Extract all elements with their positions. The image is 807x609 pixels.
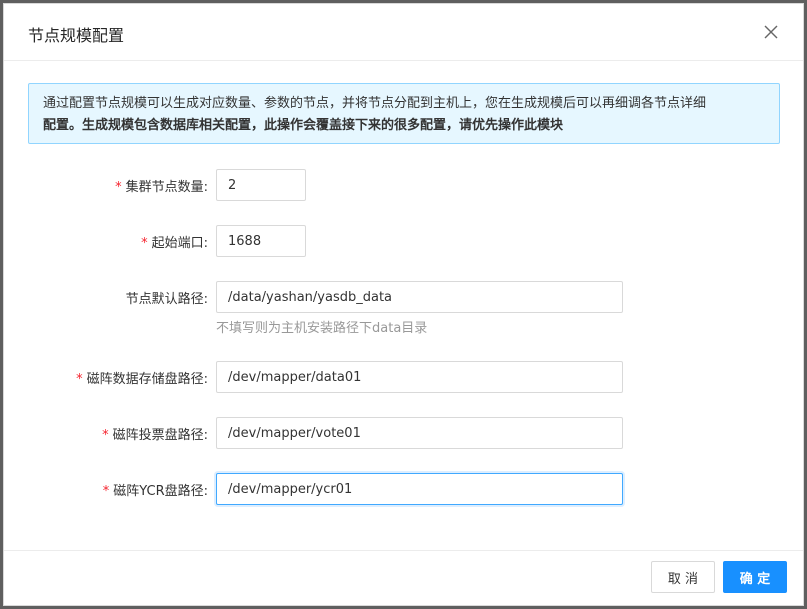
node-count-label: * 集群节点数量: (115, 180, 208, 195)
default-path-label: 节点默认路径: (125, 292, 208, 307)
ycr-disk-input[interactable] (216, 473, 623, 505)
required-mark: * (115, 180, 122, 195)
data-disk-label: * 磁阵数据存储盘路径: (76, 372, 208, 387)
dialog-header: 节点规模配置 (4, 4, 803, 61)
ycr-disk-label: * 磁阵YCR盘路径: (102, 484, 208, 499)
node-count-input[interactable] (216, 169, 306, 201)
required-mark: * (141, 236, 148, 251)
vote-disk-label: * 磁阵投票盘路径: (102, 428, 208, 443)
default-path-hint: 不填写则为主机安装路径下data目录 (216, 321, 428, 336)
alert-text-line1: 通过配置节点规模可以生成对应数量、参数的节点，并将节点分配到主机上，您在生成规模… (43, 96, 707, 111)
confirm-button[interactable]: 确 定 (723, 561, 787, 593)
default-path-input[interactable] (216, 281, 623, 313)
data-disk-input[interactable] (216, 361, 623, 393)
required-mark: * (102, 428, 109, 443)
cancel-button[interactable]: 取 消 (651, 561, 715, 593)
info-alert: 通过配置节点规模可以生成对应数量、参数的节点，并将节点分配到主机上，您在生成规模… (28, 83, 780, 144)
alert-text-line2: 配置。生成规模包含数据库相关配置，此操作会覆盖接下来的很多配置，请优先操作此模块 (43, 118, 564, 133)
start-port-input[interactable] (216, 225, 306, 257)
required-mark: * (76, 372, 83, 387)
dialog-title: 节点规模配置 (28, 26, 125, 45)
vote-disk-input[interactable] (216, 417, 623, 449)
close-icon[interactable] (759, 20, 783, 44)
required-mark: * (102, 484, 110, 499)
dialog-footer: 取 消 确 定 (4, 550, 803, 605)
start-port-label: * 起始端口: (141, 236, 208, 251)
node-scale-dialog: 节点规模配置 通过配置节点规模可以生成对应数量、参数的节点，并将节点分配到主机上… (3, 3, 804, 606)
